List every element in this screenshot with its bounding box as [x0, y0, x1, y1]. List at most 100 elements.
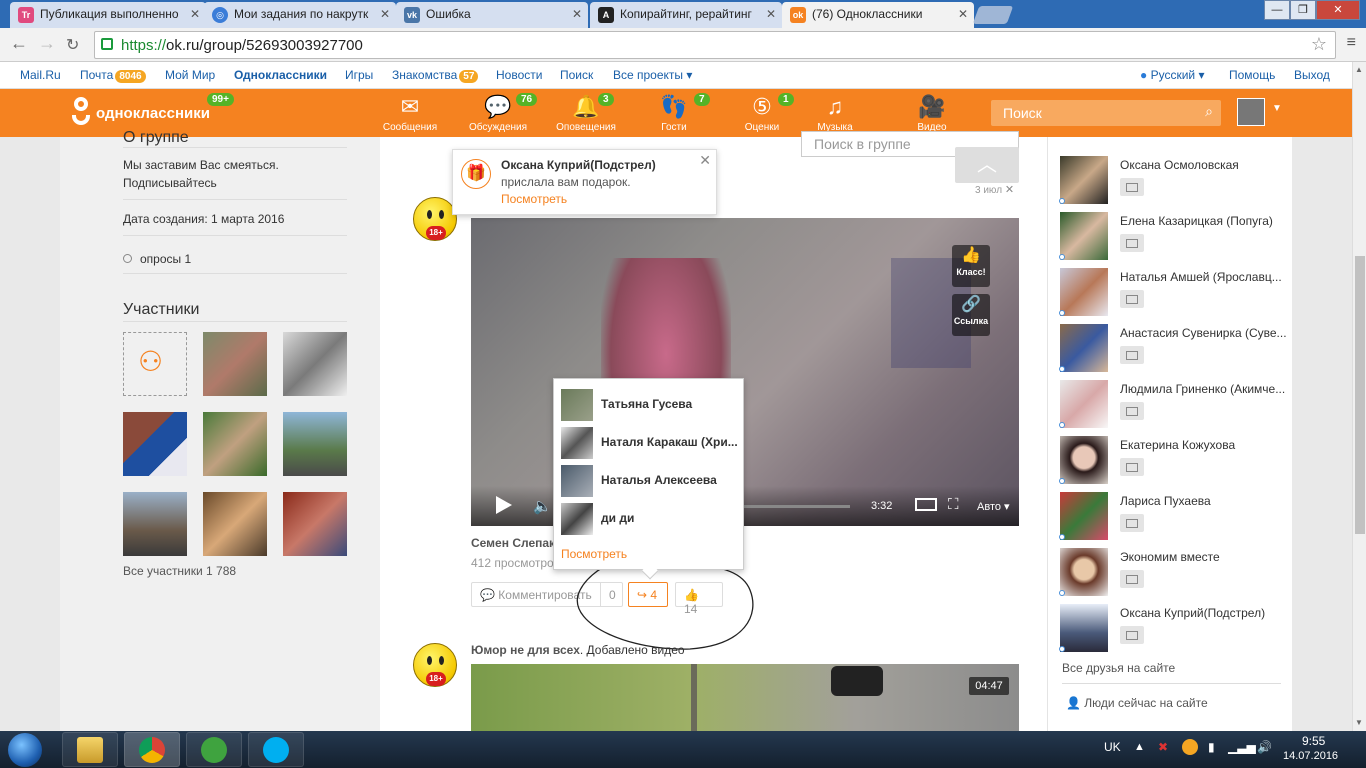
friend-item[interactable]: Оксана Осмоловская — [1059, 156, 1290, 208]
nav-guests[interactable]: 👣 Гости — [650, 89, 698, 137]
browser-tab-5-active[interactable]: ok (76) Одноклассники ✕ — [782, 2, 974, 28]
close-icon[interactable]: ✕ — [958, 7, 968, 21]
page-scrollbar[interactable]: ▲ ▼ — [1352, 62, 1366, 731]
language-select[interactable]: ● Русский ▾ — [1140, 68, 1204, 82]
portal-link-mail[interactable]: Почта 8046 — [80, 68, 146, 83]
start-button[interactable] — [8, 733, 42, 767]
clock-date[interactable]: 14.07.2016 — [1283, 750, 1338, 762]
member-photo[interactable] — [283, 412, 347, 476]
search-icon[interactable]: ⌕ — [1205, 103, 1213, 120]
new-tab-button[interactable] — [972, 6, 1014, 24]
friend-item[interactable]: Экономим вместе — [1059, 548, 1290, 600]
quality-select[interactable]: Авто ▾ — [977, 500, 1010, 513]
back-icon[interactable]: ← — [10, 33, 28, 54]
reshare-user[interactable]: Наталя Каракаш (Хри... — [561, 427, 741, 459]
nav-messages[interactable]: ✉ Сообщения — [378, 89, 442, 137]
friend-item[interactable]: Елена Казарицкая (Попуга) — [1059, 212, 1290, 264]
taskbar-skype[interactable] — [248, 732, 304, 767]
avatar[interactable] — [1237, 98, 1265, 126]
signal-icon[interactable]: ▁▃▅ — [1228, 740, 1256, 754]
browser-tab-3[interactable]: vk Ошибка ✕ — [396, 2, 588, 28]
theater-mode-icon[interactable] — [915, 498, 937, 511]
close-icon[interactable]: ✕ — [766, 7, 776, 21]
member-photo[interactable] — [203, 412, 267, 476]
maximize-button[interactable]: ❐ — [1290, 0, 1316, 20]
portal-link-mymir[interactable]: Мой Мир — [165, 68, 215, 82]
reshare-view-all-link[interactable]: Посмотреть — [561, 547, 627, 561]
close-icon[interactable]: ✕ — [699, 152, 711, 169]
nav-video[interactable]: 🎥 Видео — [908, 89, 956, 137]
message-icon[interactable] — [1120, 570, 1144, 588]
url-input[interactable]: https://ok.ru/group/52693003927700 ☆ — [94, 31, 1336, 59]
member-photo[interactable] — [123, 492, 187, 556]
friend-item[interactable]: Оксана Куприй(Подстрел) — [1059, 604, 1290, 656]
all-members-link[interactable]: Все участники 1 788 — [123, 564, 236, 578]
portal-link-dating[interactable]: Знакомства 57 — [392, 68, 479, 83]
polls-link[interactable]: опросы 1 — [123, 252, 191, 266]
message-icon[interactable] — [1120, 290, 1144, 308]
link-button[interactable]: 🔗 Ссылка — [952, 294, 990, 336]
taskbar-utorrent[interactable] — [186, 732, 242, 767]
odnoklassniki-tray-icon[interactable] — [1182, 739, 1198, 755]
member-photo[interactable] — [283, 332, 347, 396]
klass-button[interactable]: 👍 Класс! — [952, 245, 990, 287]
browser-tab-1[interactable]: Tr Публикация выполненно ✕ — [10, 2, 206, 28]
ok-search-input[interactable]: Поиск ⌕ — [991, 100, 1221, 126]
member-photo[interactable] — [283, 492, 347, 556]
scroll-down-arrow-icon[interactable]: ▼ — [1355, 718, 1363, 727]
browser-tab-4[interactable]: A Копирайтинг, рерайтинг ✕ — [590, 2, 782, 28]
close-icon[interactable]: ✕ — [1005, 184, 1014, 196]
message-icon[interactable] — [1120, 402, 1144, 420]
message-icon[interactable] — [1120, 514, 1144, 532]
nav-music[interactable]: ♫ Музыка — [810, 89, 860, 137]
play-icon[interactable] — [496, 496, 512, 514]
help-link[interactable]: Помощь — [1229, 68, 1275, 82]
star-icon[interactable]: ☆ — [1311, 34, 1327, 55]
volume-icon[interactable]: 🔈 — [533, 497, 552, 515]
tray-arrow-icon[interactable]: ▲ — [1134, 741, 1145, 753]
close-icon[interactable]: ✕ — [572, 7, 582, 21]
portal-link-ok[interactable]: Одноклассники — [234, 68, 327, 82]
notification-sender[interactable]: Оксана Куприй(Подстрел) — [501, 158, 656, 172]
notification-view-link[interactable]: Посмотреть — [501, 192, 567, 206]
scrollbar-thumb[interactable] — [1355, 256, 1365, 534]
close-window-button[interactable]: ✕ — [1316, 0, 1360, 20]
close-icon[interactable]: ✕ — [190, 7, 200, 21]
minimize-button[interactable]: — — [1264, 0, 1290, 20]
close-icon[interactable]: ✕ — [380, 7, 390, 21]
message-icon[interactable] — [1120, 458, 1144, 476]
scroll-up-arrow-icon[interactable]: ▲ — [1355, 65, 1363, 74]
message-icon[interactable] — [1120, 346, 1144, 364]
member-photo[interactable] — [123, 412, 187, 476]
friend-item[interactable]: Лариса Пухаева — [1059, 492, 1290, 544]
video-thumbnail[interactable] — [471, 664, 1019, 731]
group-avatar[interactable]: 18+ — [413, 197, 457, 241]
logout-link[interactable]: Выход — [1294, 68, 1330, 82]
member-photo[interactable] — [203, 332, 267, 396]
friend-item[interactable]: Екатерина Кожухова — [1059, 436, 1290, 488]
invite-members-button[interactable]: ⚇ — [123, 332, 187, 396]
reshare-user[interactable]: ди ди — [561, 503, 741, 535]
post2-author[interactable]: Юмор не для всех — [471, 643, 580, 657]
ok-logo-icon[interactable] — [72, 97, 90, 127]
reload-icon[interactable]: ↻ — [66, 35, 79, 55]
portal-link-games[interactable]: Игры — [345, 68, 373, 82]
post-author[interactable]: Семен Слепак — [471, 536, 555, 550]
keyboard-language[interactable]: UK — [1104, 740, 1121, 754]
taskbar-chrome[interactable] — [124, 732, 180, 767]
reshare-user[interactable]: Татьяна Гусева — [561, 389, 741, 421]
gift-notification[interactable]: 🎁 Оксана Куприй(Подстрел) прислала вам п… — [452, 149, 717, 215]
forward-icon[interactable]: → — [38, 33, 56, 54]
message-icon[interactable] — [1120, 178, 1144, 196]
friend-item[interactable]: Наталья Амшей (Ярославц... — [1059, 268, 1290, 320]
ok-logo-text[interactable]: одноклассники — [96, 105, 210, 122]
group-avatar[interactable]: 18+ — [413, 643, 457, 687]
friend-item[interactable]: Людмила Гриненко (Акимче... — [1059, 380, 1290, 432]
message-icon[interactable] — [1120, 626, 1144, 644]
chevron-down-icon[interactable]: ▼ — [1272, 103, 1282, 114]
menu-icon[interactable]: ≡ — [1347, 34, 1356, 52]
clock-time[interactable]: 9:55 — [1302, 734, 1325, 748]
portal-link-search[interactable]: Поиск — [560, 68, 593, 82]
fullscreen-icon[interactable]: ⛶ — [948, 496, 959, 513]
message-icon[interactable] — [1120, 234, 1144, 252]
